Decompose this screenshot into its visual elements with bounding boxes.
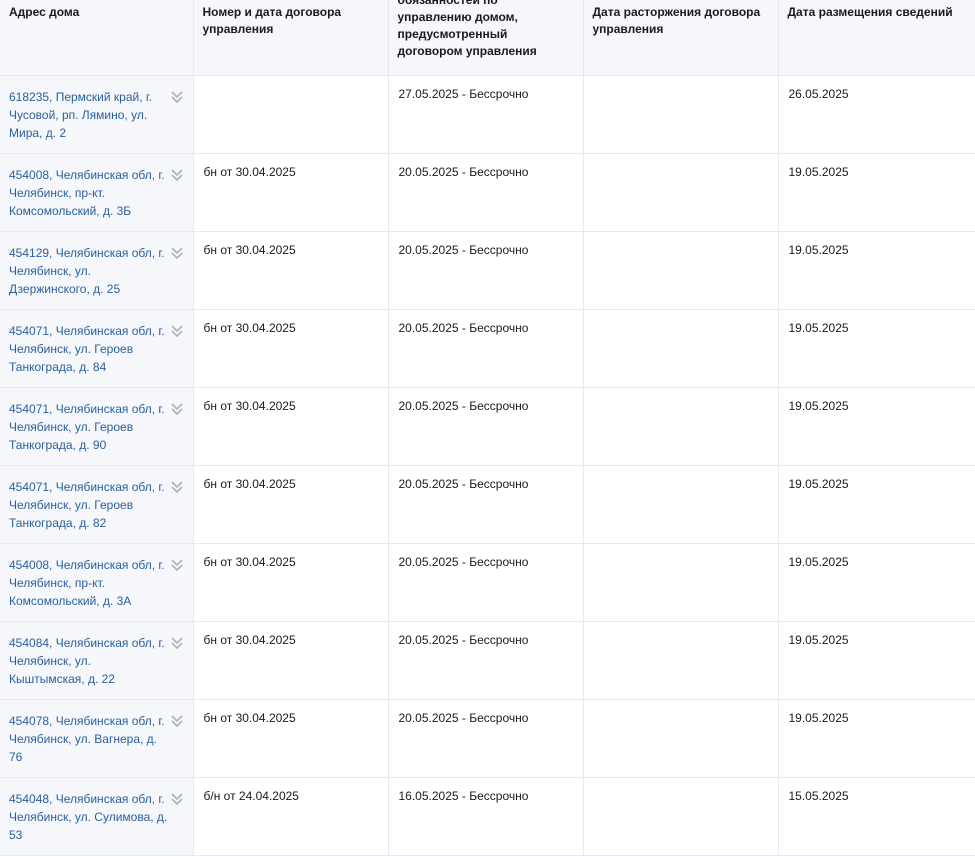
- termination-cell: [583, 75, 779, 154]
- contract-cell: бн от 30.04.2025: [193, 465, 389, 544]
- table-row: 454008, Челябинская обл, г. Челябинск, п…: [0, 543, 975, 622]
- termination-cell: [583, 387, 779, 466]
- period-cell: 16.05.2025 - Бессрочно: [388, 777, 584, 856]
- contract-cell: бн от 30.04.2025: [193, 153, 389, 232]
- header-duties-label: обязанностей по управлению домом, предус…: [397, 0, 537, 58]
- address-cell: 454071, Челябинская обл, г. Челябинск, у…: [0, 465, 194, 544]
- table-header-row: Адрес дома Номер и дата договора управле…: [0, 0, 975, 76]
- double-chevron-down-icon[interactable]: [170, 791, 184, 807]
- period-cell: 20.05.2025 - Бессрочно: [388, 465, 584, 544]
- address-link[interactable]: 454084, Челябинская обл, г. Челябинск, у…: [9, 634, 169, 688]
- posted-date-cell: 19.05.2025: [778, 309, 975, 388]
- termination-cell: [583, 465, 779, 544]
- double-chevron-down-icon[interactable]: [170, 89, 184, 105]
- period-cell: 27.05.2025 - Бессрочно: [388, 75, 584, 154]
- posted-date-cell: 19.05.2025: [778, 465, 975, 544]
- address-cell: 454071, Челябинская обл, г. Челябинск, у…: [0, 309, 194, 388]
- period-cell: 20.05.2025 - Бессрочно: [388, 309, 584, 388]
- termination-cell: [583, 543, 779, 622]
- address-cell: 454129, Челябинская обл, г. Челябинск, у…: [0, 231, 194, 310]
- table-row: 454071, Челябинская обл, г. Челябинск, у…: [0, 465, 975, 544]
- address-cell: 618235, Пермский край, г. Чусовой, рп. Л…: [0, 75, 194, 154]
- period-cell: 20.05.2025 - Бессрочно: [388, 699, 584, 778]
- double-chevron-down-icon[interactable]: [170, 167, 184, 183]
- address-link[interactable]: 454129, Челябинская обл, г. Челябинск, у…: [9, 244, 169, 298]
- contract-cell: [193, 75, 389, 154]
- table-row: 454078, Челябинская обл, г. Челябинск, у…: [0, 699, 975, 778]
- header-address: Адрес дома: [0, 0, 194, 76]
- header-termination: Дата расторжения договора управления: [583, 0, 779, 76]
- double-chevron-down-icon[interactable]: [170, 245, 184, 261]
- table-row: 454084, Челябинская обл, г. Челябинск, у…: [0, 621, 975, 700]
- termination-cell: [583, 309, 779, 388]
- header-posted: Дата размещения сведений: [778, 0, 975, 76]
- address-link[interactable]: 454071, Челябинская обл, г. Челябинск, у…: [9, 322, 169, 376]
- contract-cell: б/н от 24.04.2025: [193, 777, 389, 856]
- address-link[interactable]: 454071, Челябинская обл, г. Челябинск, у…: [9, 478, 169, 532]
- posted-date-cell: 15.05.2025: [778, 777, 975, 856]
- table-row: 454048, Челябинская обл, г. Челябинск, у…: [0, 777, 975, 856]
- termination-cell: [583, 231, 779, 310]
- address-link[interactable]: 454048, Челябинская обл, г. Челябинск, у…: [9, 790, 169, 844]
- address-link[interactable]: 618235, Пермский край, г. Чусовой, рп. Л…: [9, 88, 169, 142]
- contract-cell: бн от 30.04.2025: [193, 543, 389, 622]
- posted-date-cell: 19.05.2025: [778, 387, 975, 466]
- address-cell: 454008, Челябинская обл, г. Челябинск, п…: [0, 543, 194, 622]
- period-cell: 20.05.2025 - Бессрочно: [388, 543, 584, 622]
- double-chevron-down-icon[interactable]: [170, 323, 184, 339]
- double-chevron-down-icon[interactable]: [170, 401, 184, 417]
- contract-cell: бн от 30.04.2025: [193, 387, 389, 466]
- posted-date-cell: 19.05.2025: [778, 699, 975, 778]
- contract-cell: бн от 30.04.2025: [193, 309, 389, 388]
- double-chevron-down-icon[interactable]: [170, 635, 184, 651]
- address-cell: 454084, Челябинская обл, г. Челябинск, у…: [0, 621, 194, 700]
- double-chevron-down-icon[interactable]: [170, 713, 184, 729]
- address-link[interactable]: 454008, Челябинская обл, г. Челябинск, п…: [9, 166, 169, 220]
- address-cell: 454071, Челябинская обл, г. Челябинск, у…: [0, 387, 194, 466]
- period-cell: 20.05.2025 - Бессрочно: [388, 387, 584, 466]
- posted-date-cell: 26.05.2025: [778, 75, 975, 154]
- double-chevron-down-icon[interactable]: [170, 557, 184, 573]
- posted-date-cell: 19.05.2025: [778, 153, 975, 232]
- address-cell: 454048, Челябинская обл, г. Челябинск, у…: [0, 777, 194, 856]
- contracts-table: Адрес дома Номер и дата договора управле…: [0, 0, 975, 856]
- table-row: 618235, Пермский край, г. Чусовой, рп. Л…: [0, 75, 975, 154]
- address-link[interactable]: 454071, Челябинская обл, г. Челябинск, у…: [9, 400, 169, 454]
- address-link[interactable]: 454008, Челябинская обл, г. Челябинск, п…: [9, 556, 169, 610]
- header-duties: обязанностей по управлению домом, предус…: [388, 0, 584, 76]
- header-contract: Номер и дата договора управления: [193, 0, 389, 76]
- posted-date-cell: 19.05.2025: [778, 231, 975, 310]
- address-link[interactable]: 454078, Челябинская обл, г. Челябинск, у…: [9, 712, 169, 766]
- table-row: 454129, Челябинская обл, г. Челябинск, у…: [0, 231, 975, 310]
- double-chevron-down-icon[interactable]: [170, 479, 184, 495]
- table-row: 454071, Челябинская обл, г. Челябинск, у…: [0, 309, 975, 388]
- posted-date-cell: 19.05.2025: [778, 543, 975, 622]
- period-cell: 20.05.2025 - Бессрочно: [388, 621, 584, 700]
- address-cell: 454008, Челябинская обл, г. Челябинск, п…: [0, 153, 194, 232]
- termination-cell: [583, 621, 779, 700]
- table-row: 454071, Челябинская обл, г. Челябинск, у…: [0, 387, 975, 466]
- contract-cell: бн от 30.04.2025: [193, 231, 389, 310]
- termination-cell: [583, 153, 779, 232]
- contract-cell: бн от 30.04.2025: [193, 699, 389, 778]
- termination-cell: [583, 699, 779, 778]
- period-cell: 20.05.2025 - Бессрочно: [388, 231, 584, 310]
- contract-cell: бн от 30.04.2025: [193, 621, 389, 700]
- termination-cell: [583, 777, 779, 856]
- address-cell: 454078, Челябинская обл, г. Челябинск, у…: [0, 699, 194, 778]
- posted-date-cell: 19.05.2025: [778, 621, 975, 700]
- table-row: 454008, Челябинская обл, г. Челябинск, п…: [0, 153, 975, 232]
- period-cell: 20.05.2025 - Бессрочно: [388, 153, 584, 232]
